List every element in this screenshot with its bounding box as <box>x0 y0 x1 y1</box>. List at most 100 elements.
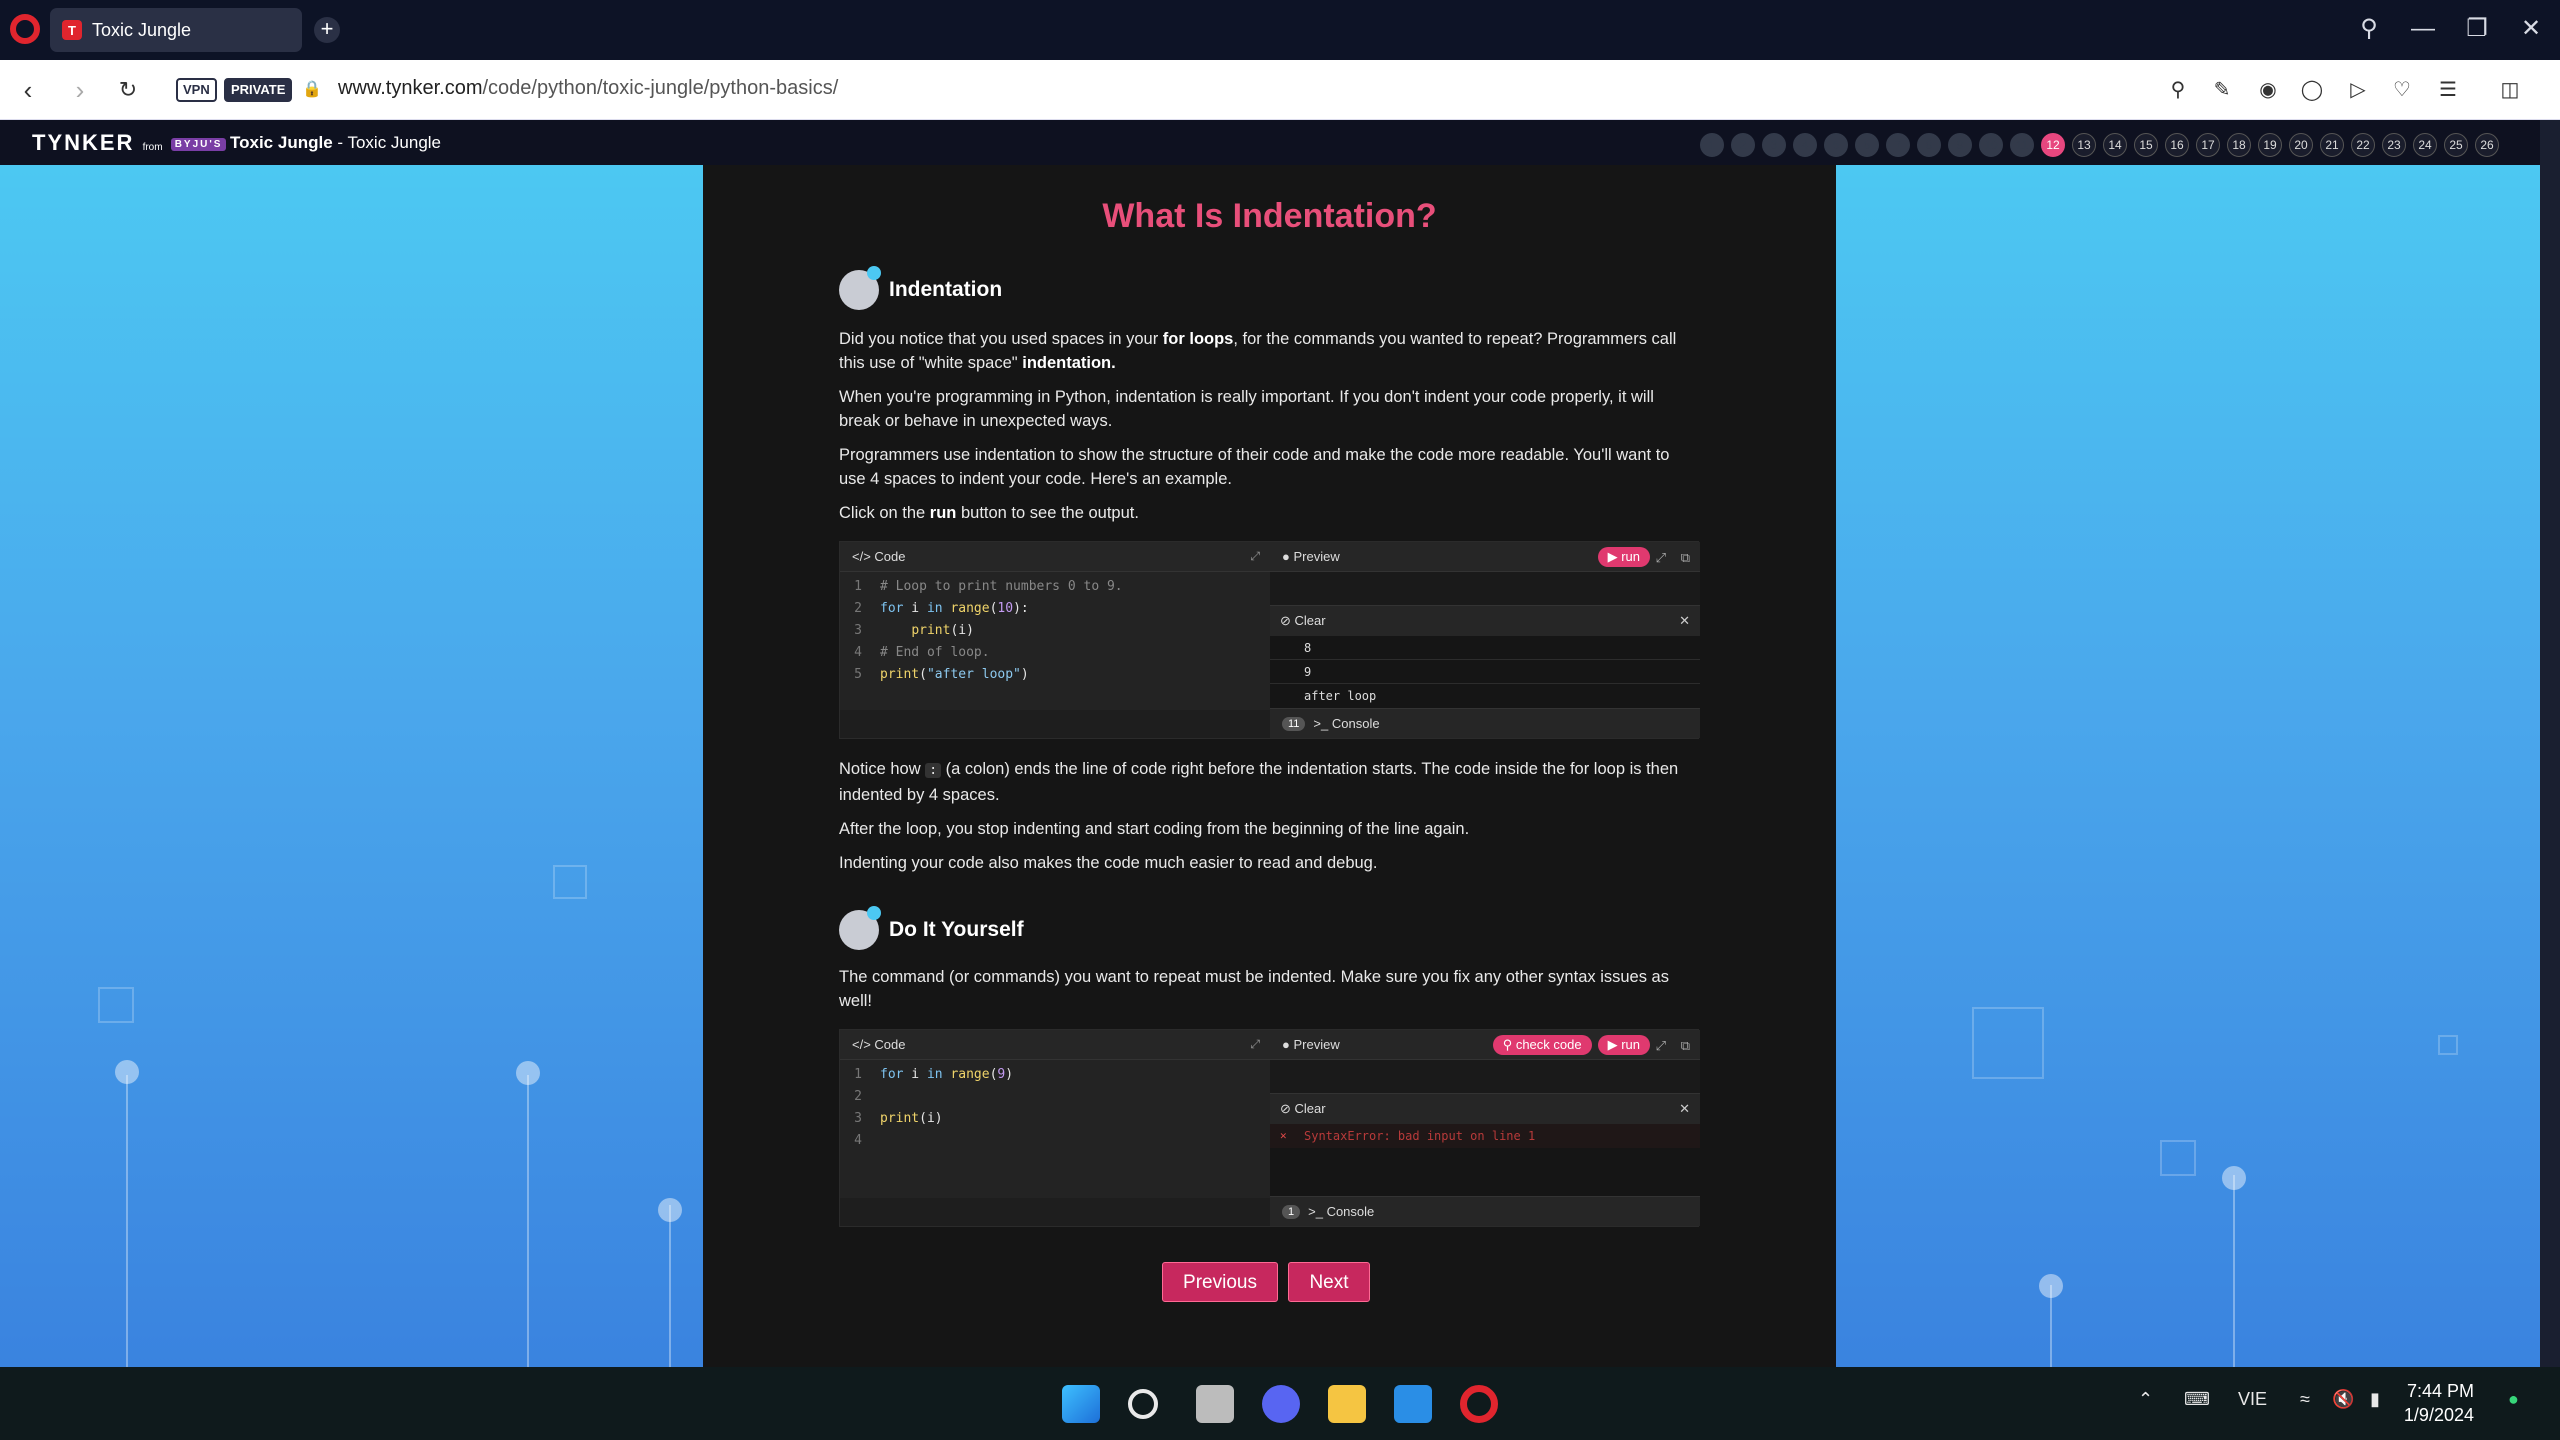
edit-icon[interactable]: ✎ <box>2206 74 2238 106</box>
send-icon[interactable]: ▷ <box>2342 74 2374 106</box>
decor-line <box>2233 1175 2235 1367</box>
console-bar[interactable]: 1 >_ Console <box>1270 1196 1700 1226</box>
console-output[interactable]: 8 9 after loop <box>1270 636 1700 708</box>
expand-icon[interactable]: ⤢ <box>1656 550 1666 566</box>
close-console-icon[interactable]: ✕ <box>1679 1101 1690 1117</box>
step-24[interactable]: 24 <box>2413 133 2437 157</box>
search-page-icon[interactable]: ⚲ <box>2162 74 2194 106</box>
language-indicator[interactable]: VIE <box>2238 1389 2267 1410</box>
step-17[interactable]: 17 <box>2196 133 2220 157</box>
keyboard-icon[interactable]: ⌨ <box>2184 1389 2210 1410</box>
code-editor[interactable]: </> Code ⤢ 1 for i in range(9) 2 3 print(i)… <box>840 1030 1270 1198</box>
restore-button[interactable]: ❐ <box>2460 12 2494 46</box>
decor-dot <box>115 1060 139 1084</box>
new-tab-button[interactable]: + <box>314 17 340 43</box>
step-4[interactable]: 4 <box>1793 133 1817 157</box>
popout-icon[interactable]: ⧉ <box>1681 1038 1690 1054</box>
file-explorer-icon[interactable] <box>1328 1385 1366 1423</box>
run-button[interactable]: ▶ run <box>1597 547 1650 567</box>
console-bar[interactable]: 11 >_ Console <box>1270 708 1700 738</box>
step-6[interactable]: 6 <box>1855 133 1879 157</box>
run-button[interactable]: ▶ run <box>1597 1035 1650 1055</box>
tynker-logo[interactable]: TYNKER from BYJU'S <box>32 130 227 156</box>
lock-icon[interactable]: 🔒 <box>296 74 328 106</box>
expand-icon[interactable]: ⤢ <box>1250 1037 1260 1052</box>
decor-dot <box>2039 1274 2063 1298</box>
step-16[interactable]: 16 <box>2165 133 2189 157</box>
check-code-button[interactable]: ⚲ check code <box>1492 1035 1592 1055</box>
step-7[interactable]: 7 <box>1886 133 1910 157</box>
vscode-icon[interactable] <box>1394 1385 1432 1423</box>
previous-button[interactable]: Previous <box>1162 1262 1278 1302</box>
volume-muted-icon[interactable]: 🔇 <box>2332 1389 2354 1410</box>
reload-button[interactable]: ↻ <box>112 74 144 106</box>
camera-icon[interactable]: ◉ <box>2252 74 2284 106</box>
preview-pane: ● Preview ⚲ check code ▶ run ⤢ ⧉ ⊘ Clear ✕… <box>1270 1030 1700 1228</box>
step-20[interactable]: 20 <box>2289 133 2313 157</box>
browser-tab[interactable]: T Toxic Jungle <box>50 8 302 52</box>
tray-chevron-icon[interactable]: ⌃ <box>2138 1389 2153 1410</box>
step-2[interactable]: 2 <box>1731 133 1755 157</box>
back-button[interactable]: ‹ <box>12 74 44 106</box>
line-text: for i in range(9) <box>880 1067 1014 1082</box>
menu-icon[interactable]: ☰ <box>2432 74 2464 106</box>
step-25[interactable]: 25 <box>2444 133 2468 157</box>
step-1[interactable]: 1 <box>1700 133 1724 157</box>
clear-button[interactable]: ⊘ Clear <box>1280 1101 1326 1117</box>
battery-icon[interactable]: ▮ <box>2370 1389 2380 1410</box>
step-13[interactable]: 13 <box>2072 133 2096 157</box>
popout-icon[interactable]: ⧉ <box>1681 550 1690 566</box>
search-tabs-icon[interactable]: ⚲ <box>2352 12 2386 46</box>
step-15[interactable]: 15 <box>2134 133 2158 157</box>
code-line: 4 # End of loop. <box>840 642 1270 664</box>
step-5[interactable]: 5 <box>1824 133 1848 157</box>
step-21[interactable]: 21 <box>2320 133 2344 157</box>
step-18[interactable]: 18 <box>2227 133 2251 157</box>
clock[interactable]: 7:44 PM 1/9/2024 <box>2404 1379 2474 1427</box>
step-14[interactable]: 14 <box>2103 133 2127 157</box>
step-9[interactable]: 9 <box>1948 133 1972 157</box>
url-field[interactable]: www.tynker.com/code/python/toxic-jungle/… <box>338 77 838 100</box>
forward-button[interactable]: › <box>64 74 96 106</box>
task-view-icon[interactable] <box>1196 1385 1234 1423</box>
decor-square <box>553 865 587 899</box>
step-22[interactable]: 22 <box>2351 133 2375 157</box>
close-window-button[interactable]: ✕ <box>2514 12 2548 46</box>
step-3[interactable]: 3 <box>1762 133 1786 157</box>
console-output[interactable]: SyntaxError: bad input on line 1 <box>1270 1124 1700 1196</box>
shield-icon[interactable]: ◯ <box>2296 74 2328 106</box>
decor-line <box>126 1075 128 1367</box>
line-text: # Loop to print numbers 0 to 9. <box>880 579 1123 594</box>
notification-bell-icon[interactable]: ● <box>2508 1389 2519 1410</box>
step-19[interactable]: 19 <box>2258 133 2282 157</box>
private-badge: PRIVATE <box>224 78 293 102</box>
page-scrollbar[interactable] <box>2540 120 2560 1367</box>
search-icon[interactable] <box>1128 1389 1158 1419</box>
wifi-icon[interactable]: ≈ <box>2300 1389 2310 1410</box>
expand-icon[interactable]: ⤢ <box>1250 549 1260 564</box>
next-button[interactable]: Next <box>1288 1262 1370 1302</box>
step-23[interactable]: 23 <box>2382 133 2406 157</box>
console-label: Console <box>1326 1204 1375 1219</box>
clear-button[interactable]: ⊘ Clear <box>1280 613 1326 629</box>
url-path: /code/python/toxic-jungle/python-basics/ <box>482 77 839 99</box>
step-10[interactable]: 10 <box>1979 133 2003 157</box>
heart-icon[interactable]: ♡ <box>2386 74 2418 106</box>
inline-code: : <box>925 763 942 778</box>
line-text: print("after loop") <box>880 667 1029 682</box>
expand-icon[interactable]: ⤢ <box>1656 1038 1666 1054</box>
vpn-badge[interactable]: VPN <box>176 78 217 102</box>
opera-logo-icon[interactable] <box>10 14 40 44</box>
close-console-icon[interactable]: ✕ <box>1679 613 1690 629</box>
minimize-button[interactable]: — <box>2406 12 2440 46</box>
step-26[interactable]: 26 <box>2475 133 2499 157</box>
windows-start-icon[interactable] <box>1062 1385 1100 1423</box>
discord-icon[interactable] <box>1262 1385 1300 1423</box>
code-editor[interactable]: </> Code ⤢ 1 # Loop to print numbers 0 to … <box>840 542 1270 710</box>
step-8[interactable]: 8 <box>1917 133 1941 157</box>
opera-icon[interactable] <box>1460 1385 1498 1423</box>
step-11[interactable]: 11 <box>2010 133 2034 157</box>
step-12[interactable]: 12 <box>2041 133 2065 157</box>
text: Notice how <box>839 760 926 778</box>
extensions-icon[interactable]: ◫ <box>2494 74 2526 106</box>
